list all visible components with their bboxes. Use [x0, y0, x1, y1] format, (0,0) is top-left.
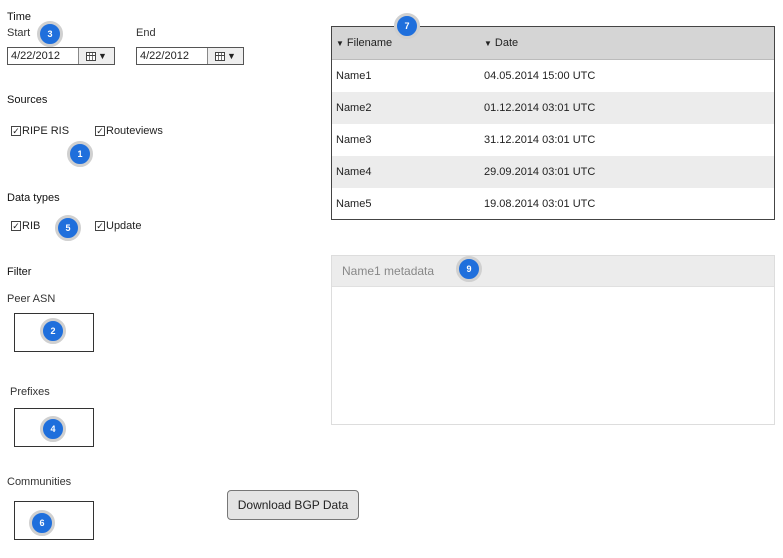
- metadata-title: Name1 metadata: [332, 256, 774, 287]
- table-row[interactable]: Name4 29.09.2014 03:01 UTC: [332, 156, 774, 188]
- row-date: 19.08.2014 03:01 UTC: [484, 198, 596, 210]
- calendar-icon: [86, 51, 97, 61]
- filter-title: Filter: [7, 266, 32, 278]
- table-row[interactable]: Name2 01.12.2014 03:01 UTC: [332, 92, 774, 124]
- calendar-icon: [215, 51, 226, 61]
- row-date: 31.12.2014 03:01 UTC: [484, 134, 596, 146]
- end-label: End: [136, 27, 156, 39]
- start-calendar-button[interactable]: ▼: [78, 48, 114, 64]
- column-header-date[interactable]: ▼ Date: [484, 37, 774, 49]
- communities-label: Communities: [7, 476, 72, 488]
- table-row[interactable]: Name1 04.05.2014 15:00 UTC: [332, 60, 774, 92]
- end-calendar-button[interactable]: ▼: [207, 48, 243, 64]
- sources-title: Sources: [7, 94, 48, 106]
- table-row[interactable]: Name5 19.08.2014 03:01 UTC: [332, 188, 774, 219]
- checkmark-icon[interactable]: ✓: [11, 126, 21, 136]
- source-routeviews-label: Routeviews: [106, 125, 163, 137]
- data-type-update-label: Update: [106, 220, 142, 232]
- annotation-badge-9: 9: [456, 256, 482, 282]
- file-table: ▼ Filename ▼ Date Name1 04.05.2014 15:00…: [331, 26, 775, 220]
- download-bgp-data-button[interactable]: Download BGP Data: [227, 490, 359, 520]
- column-date-label: Date: [494, 37, 519, 49]
- metadata-panel: Name1 metadata: [331, 255, 775, 425]
- end-date-picker[interactable]: 4/22/2012 ▼: [136, 47, 244, 65]
- data-type-update-checkbox[interactable]: ✓ Update: [95, 220, 141, 232]
- annotation-badge-5: 5: [55, 215, 81, 241]
- time-title: Time: [7, 11, 32, 23]
- annotation-badge-4: 4: [40, 416, 66, 442]
- row-date: 04.05.2014 15:00 UTC: [484, 70, 596, 82]
- start-date-picker[interactable]: 4/22/2012 ▼: [7, 47, 115, 65]
- source-ripe-ris-label: RIPE RIS: [22, 125, 70, 137]
- annotation-badge-1: 1: [67, 141, 93, 167]
- annotation-badge-2: 2: [40, 318, 66, 344]
- start-date-value[interactable]: 4/22/2012: [8, 50, 78, 62]
- row-filename: Name2: [336, 102, 372, 114]
- start-label: Start: [7, 27, 31, 39]
- row-filename: Name3: [336, 134, 372, 146]
- data-type-rib-label: RIB: [22, 220, 41, 232]
- annotation-badge-3: 3: [37, 21, 63, 47]
- sort-triangle-icon: ▼: [484, 38, 492, 48]
- end-date-value[interactable]: 4/22/2012: [137, 50, 207, 62]
- triangle-down-icon: ▼: [98, 51, 107, 61]
- annotation-badge-7: 7: [394, 13, 420, 39]
- row-filename: Name5: [336, 198, 372, 210]
- row-date: 01.12.2014 03:01 UTC: [484, 102, 596, 114]
- data-type-rib-checkbox[interactable]: ✓ RIB: [11, 220, 40, 232]
- row-filename: Name4: [336, 166, 372, 178]
- triangle-down-icon: ▼: [227, 51, 236, 61]
- row-filename: Name1: [336, 70, 372, 82]
- checkmark-icon[interactable]: ✓: [95, 221, 105, 231]
- checkmark-icon[interactable]: ✓: [11, 221, 21, 231]
- sort-triangle-icon: ▼: [336, 38, 344, 48]
- prefixes-label: Prefixes: [10, 386, 50, 398]
- peer-asn-label: Peer ASN: [7, 293, 56, 305]
- row-date: 29.09.2014 03:01 UTC: [484, 166, 596, 178]
- checkmark-icon[interactable]: ✓: [95, 126, 105, 136]
- table-row[interactable]: Name3 31.12.2014 03:01 UTC: [332, 124, 774, 156]
- data-types-title: Data types: [7, 192, 60, 204]
- source-routeviews-checkbox[interactable]: ✓ Routeviews: [95, 125, 163, 137]
- column-filename-label: Filename: [346, 37, 393, 49]
- annotation-badge-6: 6: [29, 510, 55, 536]
- source-ripe-ris-checkbox[interactable]: ✓ RIPE RIS: [11, 125, 69, 137]
